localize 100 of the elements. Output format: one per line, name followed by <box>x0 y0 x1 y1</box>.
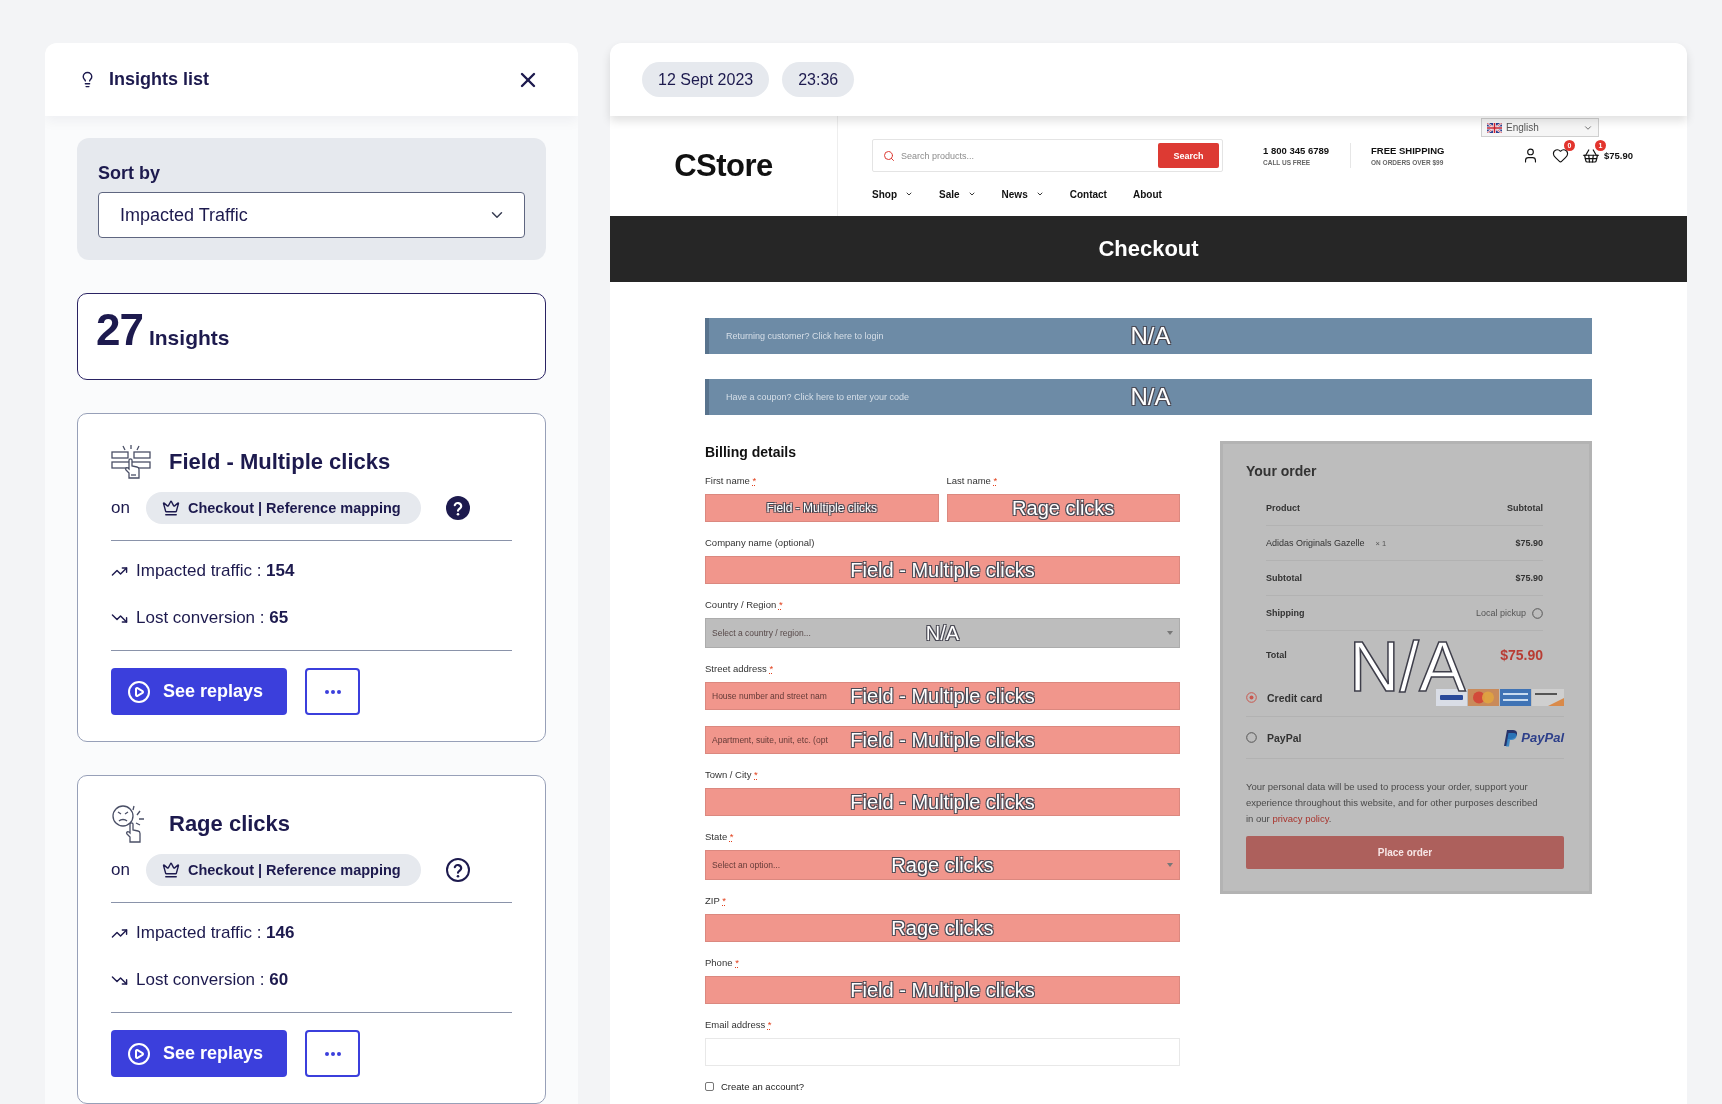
store-logo[interactable]: CStore <box>674 148 773 184</box>
column-header: Product <box>1266 503 1300 513</box>
zone-label: Rage clicks <box>891 918 994 938</box>
sort-label: Sort by <box>98 162 161 184</box>
zone-label: N/A <box>1130 324 1171 348</box>
caret-icon <box>967 190 976 198</box>
more-button[interactable] <box>305 668 361 715</box>
crown-icon <box>161 499 180 517</box>
contact-title: FREE SHIPPING <box>1371 145 1445 156</box>
crown-icon <box>161 861 180 879</box>
zone-label: N/A <box>925 623 960 643</box>
caret-icon <box>1167 631 1173 635</box>
see-replays-button[interactable]: See replays <box>111 668 288 715</box>
section-title: Billing details <box>705 443 797 461</box>
section-title: Your order <box>1246 462 1318 481</box>
payment-label[interactable]: PayPal <box>1267 731 1302 744</box>
field-label: Town / City * <box>705 769 759 781</box>
more-button[interactable] <box>305 1030 361 1077</box>
page-name: Checkout | Reference mapping <box>187 500 401 516</box>
basket-icon[interactable] <box>1581 146 1600 165</box>
search-icon <box>883 149 895 162</box>
payment-label[interactable]: Credit card <box>1267 691 1323 704</box>
cart-total: $75.90 <box>1603 150 1633 161</box>
row-label: Total <box>1266 650 1287 660</box>
search-field[interactable]: Search products... Search <box>872 139 1223 172</box>
notice-bar[interactable]: Returning customer? Click here to login N/A <box>705 318 1592 354</box>
row-label: Shipping <box>1266 608 1305 618</box>
search-button[interactable]: Search <box>1158 143 1219 168</box>
heart-icon[interactable] <box>1551 147 1569 164</box>
payment-logo-icon <box>1501 728 1518 747</box>
field-label: Email address * <box>705 1019 773 1031</box>
nav-link[interactable]: About <box>1132 188 1162 200</box>
zone-label: N/A <box>1130 385 1171 409</box>
ellipsis-icon <box>324 689 341 694</box>
radio-icon[interactable] <box>1246 732 1257 743</box>
input-field[interactable]: House number and street nam Field - Multiple clicks <box>705 682 1180 710</box>
play-icon <box>127 679 151 704</box>
help-icon[interactable] <box>444 857 471 883</box>
column-header: Subtotal <box>1507 503 1543 513</box>
session-chip: 12 Sept 2023 <box>642 62 770 97</box>
on-label: on <box>111 498 130 518</box>
field-label: Street address * <box>705 663 775 675</box>
field-label: First name * <box>705 475 758 487</box>
total-value: $75.90 <box>1500 647 1543 663</box>
checkbox-label: Create an account? <box>721 1081 804 1092</box>
notice-bar[interactable]: Have a coupon? Click here to enter your code N/A <box>705 379 1592 415</box>
radio-icon[interactable] <box>1532 607 1543 619</box>
line-price: $75.90 <box>1515 538 1543 548</box>
select-field[interactable]: Select an option... Rage clicks <box>705 850 1180 880</box>
nav-link[interactable]: Sale <box>939 188 976 200</box>
caret-icon <box>1035 190 1044 198</box>
checkbox[interactable] <box>705 1082 714 1091</box>
privacy-policy-link[interactable]: privacy policy <box>1272 813 1329 824</box>
metric-text: Lost conversion : 65 <box>136 607 289 629</box>
input-field[interactable]: Apartment, suite, unit, etc. (opt Field - Multiple clicks <box>705 726 1180 754</box>
nav-link[interactable]: Contact <box>1069 188 1107 200</box>
play-icon <box>127 1041 151 1066</box>
caret-icon <box>905 190 913 198</box>
field-label: State * <box>705 831 735 843</box>
contact-title: 1 800 345 6789 <box>1263 145 1330 156</box>
zone-label: Field - Multiple clicks <box>850 730 1035 750</box>
shipping-option[interactable]: Local pickup <box>1475 607 1543 619</box>
metric-text: Impacted traffic : 146 <box>136 922 295 944</box>
privacy-notice: Your personal data will be used to process your order, support your experience throughout this website, and for other purposes described in our privacy policy. <box>1246 780 1539 826</box>
help-icon[interactable] <box>444 495 471 521</box>
subtotal-value: $75.90 <box>1515 573 1543 583</box>
metric-text: Impacted traffic : 154 <box>136 560 295 582</box>
zone-label: N/A <box>1349 632 1466 702</box>
insight-title: Rage clicks <box>169 811 291 837</box>
field-label: Country / Region * <box>705 599 784 611</box>
row-label: Subtotal <box>1266 573 1302 583</box>
zone-label: Field - Multiple clicks <box>850 686 1035 706</box>
insight-title: Field - Multiple clicks <box>169 449 391 475</box>
flag-icon <box>1487 122 1502 133</box>
cursor-fields-icon <box>111 445 151 479</box>
see-replays-button[interactable]: See replays <box>111 1030 288 1077</box>
zone-label: Field - Multiple clicks <box>766 502 878 514</box>
sort-select[interactable]: Impacted Traffic <box>98 192 525 238</box>
zone-label: Field - Multiple clicks <box>850 560 1035 580</box>
field-label: Phone * <box>705 957 740 969</box>
place-order-button[interactable]: Place order <box>1246 836 1564 869</box>
notice-text: Have a coupon? Click here to enter your code <box>726 392 910 402</box>
metric-text: Lost conversion : 60 <box>136 969 289 991</box>
logo-text: PayPal <box>1521 730 1564 745</box>
field-label: Last name * <box>946 475 999 487</box>
radio-icon[interactable] <box>1246 692 1257 703</box>
nav-link[interactable]: News <box>1001 188 1044 200</box>
zone-label: Field - Multiple clicks <box>850 980 1035 1000</box>
on-label: on <box>111 860 130 880</box>
session-chip: 23:36 <box>782 62 855 97</box>
field-label: Company name (optional) <box>705 537 816 549</box>
caret-icon <box>1167 863 1173 867</box>
select-field[interactable]: Select a country / region... N/A <box>705 618 1180 648</box>
panel-title: Insights list <box>109 69 209 90</box>
ellipsis-icon <box>324 1051 341 1056</box>
language-select[interactable]: English <box>1481 118 1599 137</box>
notice-text: Returning customer? Click here to login <box>726 331 884 341</box>
insights-count: 27 <box>96 308 143 352</box>
nav-link[interactable]: Shop <box>872 188 913 200</box>
page-title: Checkout <box>1098 236 1199 262</box>
